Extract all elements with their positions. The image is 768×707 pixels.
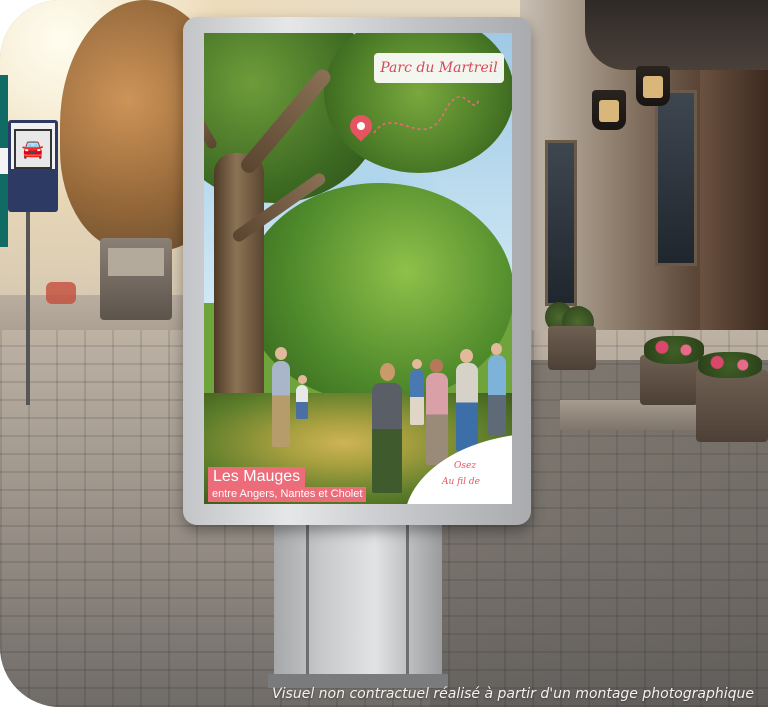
sign-pole xyxy=(26,210,30,405)
person xyxy=(272,361,290,447)
person xyxy=(410,369,424,425)
planter xyxy=(548,326,596,370)
building-window xyxy=(545,140,577,306)
tagline-au-fil: Au fil de xyxy=(442,477,480,487)
person-head xyxy=(412,359,422,369)
billboard-poster: Parc du Martreil Osez Au fil de Les Maug… xyxy=(204,33,512,504)
wall-lamp xyxy=(636,66,670,106)
teal-gap xyxy=(0,148,8,174)
planter xyxy=(696,370,768,442)
parking-sign: 🚘 xyxy=(8,120,58,212)
building-window xyxy=(655,90,697,266)
person-head xyxy=(460,349,473,363)
pillar-seam xyxy=(406,520,409,680)
flower-bed xyxy=(698,352,762,378)
wall-lamp xyxy=(592,90,626,130)
person-head xyxy=(298,375,307,384)
disclaimer-caption: Visuel non contractuel réalisé à partir … xyxy=(272,686,754,702)
street-scene: 🚘 Parc du Martreil Osez Au fil de Les Ma… xyxy=(0,0,768,707)
car-icon: 🚘 xyxy=(14,129,52,169)
building-awning xyxy=(585,0,768,70)
park-location-label: Parc du Martreil xyxy=(374,53,504,83)
billboard-pillar xyxy=(274,520,442,680)
person-head xyxy=(430,359,443,373)
flower-bed xyxy=(644,336,704,364)
pillar-seam xyxy=(306,520,309,680)
person xyxy=(488,355,506,435)
person xyxy=(456,363,478,451)
truck xyxy=(100,238,172,320)
person-head xyxy=(275,347,287,360)
sign-blue-panel xyxy=(11,169,55,209)
person-head xyxy=(491,343,502,355)
person-head xyxy=(380,363,395,381)
car xyxy=(46,282,76,304)
route-path xyxy=(373,96,480,134)
person xyxy=(296,385,308,419)
tagline-osez: Osez xyxy=(454,461,477,471)
person xyxy=(426,373,448,465)
poster-subtitle: entre Angers, Nantes et Cholet xyxy=(208,487,367,502)
person xyxy=(372,383,402,493)
poster-title: Les Mauges xyxy=(208,467,306,487)
